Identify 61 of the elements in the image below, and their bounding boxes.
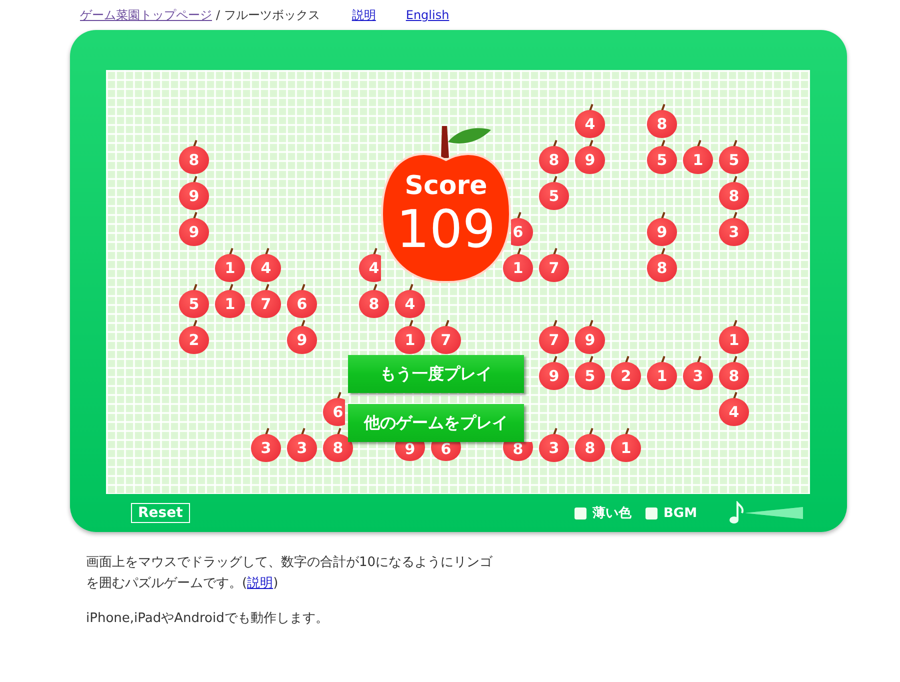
apple-tile[interactable]: 2: [611, 356, 641, 390]
play-again-button[interactable]: もう一度プレイ: [348, 355, 524, 393]
checkbox-label: BGM: [663, 506, 697, 520]
nav-link[interactable]: English: [406, 8, 450, 22]
apple-tile[interactable]: 4: [719, 392, 749, 426]
apple-tile[interactable]: 1: [215, 284, 245, 318]
apple-tile[interactable]: 8: [719, 356, 749, 390]
score-value: 109: [396, 200, 496, 260]
apple-tile[interactable]: 1: [719, 320, 749, 354]
apple-tile[interactable]: 2: [179, 320, 209, 354]
breadcrumb-link[interactable]: ゲーム菜園トップページ: [80, 6, 212, 24]
apple-tile[interactable]: 1: [215, 248, 245, 282]
apple-tile[interactable]: 5: [719, 140, 749, 174]
apple-tile[interactable]: 8: [647, 248, 677, 282]
apple-tile[interactable]: 9: [539, 356, 569, 390]
apple-tile[interactable]: 1: [611, 428, 641, 462]
checkbox[interactable]: [574, 506, 588, 520]
apple-tile[interactable]: 5: [647, 140, 677, 174]
apple-tile[interactable]: 5: [575, 356, 605, 390]
checkbox-label: 薄い色: [592, 505, 632, 522]
apple-tile[interactable]: 9: [575, 140, 605, 174]
apple-tile[interactable]: 1: [647, 356, 677, 390]
apple-tile[interactable]: 3: [251, 428, 281, 462]
apple-tile[interactable]: 7: [431, 320, 461, 354]
other-games-button[interactable]: 他のゲームをプレイ: [348, 404, 524, 442]
apple-tile[interactable]: 3: [719, 212, 749, 246]
apple-tile[interactable]: 3: [683, 356, 713, 390]
apple-tile[interactable]: 8: [359, 284, 389, 318]
reset-button[interactable]: Reset: [131, 503, 190, 523]
apple-tile[interactable]: 4: [395, 284, 425, 318]
apple-tile[interactable]: 5: [539, 176, 569, 210]
apple-tile[interactable]: 9: [179, 212, 209, 246]
apple-tile[interactable]: 8: [179, 140, 209, 174]
apple-tile[interactable]: 3: [287, 428, 317, 462]
apple-tile[interactable]: 1: [395, 320, 425, 354]
apple-tile[interactable]: 8: [539, 140, 569, 174]
music-note-icon[interactable]: [729, 501, 745, 525]
help-link[interactable]: 説明: [247, 576, 274, 591]
apple-tile[interactable]: 7: [251, 284, 281, 318]
checkbox[interactable]: [645, 506, 658, 520]
apple-tile[interactable]: 8: [719, 176, 749, 210]
apple-tile[interactable]: 1: [683, 140, 713, 174]
apple-tile[interactable]: 9: [287, 320, 317, 354]
apple-tile[interactable]: 5: [179, 284, 209, 318]
description-text: 画面上をマウスでドラッグして、数字の合計が10になるようにリンゴを囲むパズルゲームです。(説明): [86, 554, 494, 593]
apple-tile[interactable]: 9: [179, 176, 209, 210]
apple-tile[interactable]: 7: [539, 320, 569, 354]
apple-tile[interactable]: 3: [539, 428, 569, 462]
apple-tile[interactable]: 9: [647, 212, 677, 246]
apple-tile[interactable]: 6: [287, 284, 317, 318]
apple-tile[interactable]: 4: [575, 104, 605, 138]
apple-tile[interactable]: 8: [575, 428, 605, 462]
apple-tile[interactable]: 8: [647, 104, 677, 138]
score-label: Score: [404, 170, 488, 202]
apple-tile[interactable]: 9: [575, 320, 605, 354]
apple-tile[interactable]: 7: [539, 248, 569, 282]
page-title: / フルーツボックス: [216, 6, 320, 24]
apple-tile[interactable]: 1: [503, 248, 533, 282]
apple-tile[interactable]: 4: [251, 248, 281, 282]
nav-link[interactable]: 説明: [352, 6, 376, 24]
device-note: iPhone,iPadやAndroidでも動作します。: [86, 610, 330, 628]
